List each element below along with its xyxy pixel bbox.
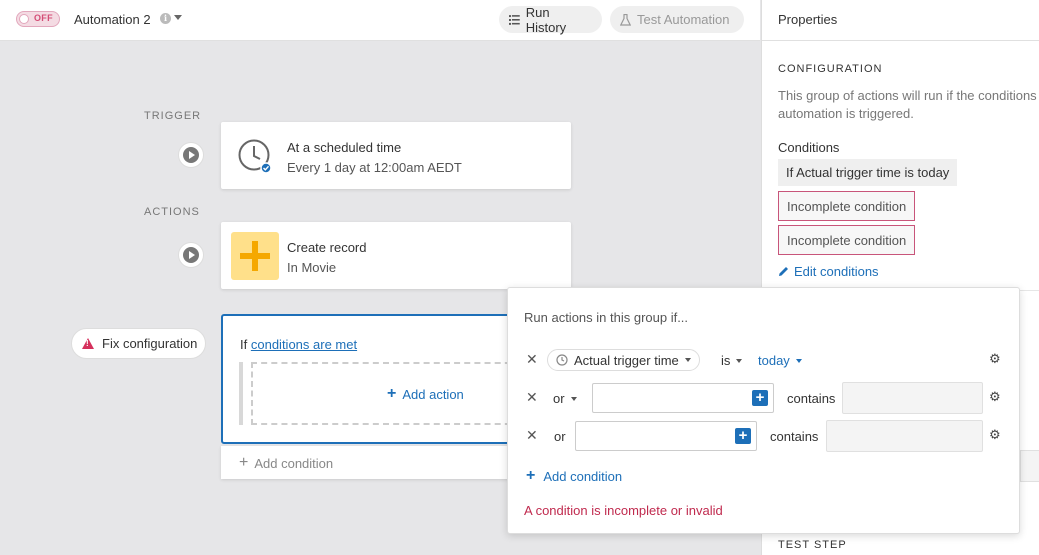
toggle-label: OFF: [34, 13, 53, 23]
warning-icon: [82, 338, 94, 349]
formula-clock-icon: [556, 354, 568, 366]
add-condition-label: Add condition: [543, 468, 623, 484]
pencil-icon: [779, 267, 788, 276]
conjunction-label: or: [553, 391, 565, 406]
chevron-down-icon: [684, 358, 691, 362]
value-input[interactable]: [842, 382, 983, 414]
action-title: Create record: [287, 240, 367, 255]
add-action-label: Add action: [402, 386, 464, 402]
run-history-button[interactable]: Run History: [499, 4, 602, 35]
value-input[interactable]: [826, 420, 983, 452]
clock-icon: [238, 139, 272, 174]
add-condition-label: Add condition: [254, 455, 334, 471]
add-action-button[interactable]: + Add action: [387, 385, 464, 403]
test-automation-label: Test Automation: [637, 12, 730, 27]
edit-conditions-link[interactable]: Edit conditions: [778, 264, 879, 279]
test-automation-button[interactable]: Test Automation: [610, 6, 744, 33]
chevron-down-icon[interactable]: [174, 15, 182, 20]
group-condition-text: If conditions are met: [240, 337, 357, 352]
if-text: If: [240, 337, 248, 352]
plus-icon: +: [526, 467, 536, 484]
conditions-link[interactable]: conditions are met: [251, 337, 357, 352]
gear-icon[interactable]: ⚙: [989, 389, 1001, 405]
operator-selector[interactable]: is: [721, 353, 743, 368]
flask-icon: [620, 13, 631, 26]
add-field-icon[interactable]: +: [752, 390, 768, 406]
test-step-heading: TEST STEP: [778, 539, 847, 551]
action-subtitle: In Movie: [287, 260, 337, 275]
chevron-down-icon: [795, 358, 802, 363]
value-selector[interactable]: today: [758, 353, 802, 368]
condition-chip[interactable]: If Actual trigger time is today: [778, 159, 958, 186]
conditions-popover: Run actions in this group if... ✕ Actual…: [507, 287, 1020, 534]
field-input[interactable]: +: [575, 421, 757, 451]
plus-icon: +: [239, 454, 249, 471]
conjunction-label: or: [554, 429, 566, 444]
trigger-section-label: TRIGGER: [144, 110, 202, 122]
remove-condition-button[interactable]: ✕: [526, 389, 538, 406]
edit-conditions-label: Edit conditions: [794, 264, 879, 279]
operator-label[interactable]: contains: [787, 391, 835, 406]
add-action-dropzone[interactable]: + Add action: [251, 362, 521, 425]
incomplete-condition-chip[interactable]: Incomplete condition: [778, 191, 916, 221]
play-icon: [183, 247, 199, 263]
conjunction-selector[interactable]: or: [553, 391, 577, 406]
properties-title: Properties: [778, 12, 838, 27]
value-label: today: [758, 353, 790, 368]
toggle-knob: [19, 14, 29, 24]
operator-label: is: [721, 353, 731, 368]
actions-section-label: ACTIONS: [144, 206, 200, 218]
fix-configuration-button[interactable]: Fix configuration: [71, 328, 206, 359]
description-line-2: automation is triggered.: [778, 106, 914, 121]
field-name: Actual trigger time: [574, 352, 679, 368]
gear-icon[interactable]: ⚙: [989, 351, 1001, 367]
add-condition-button[interactable]: + Add condition: [239, 454, 333, 472]
remove-condition-button[interactable]: ✕: [526, 427, 538, 444]
chevron-down-icon: [570, 396, 577, 401]
trigger-play-button[interactable]: [178, 142, 204, 168]
field-input[interactable]: +: [592, 383, 774, 413]
partially-hidden-field: [1020, 450, 1039, 482]
plus-icon: +: [387, 385, 397, 402]
plus-icon: [231, 232, 279, 280]
trigger-subtitle: Every 1 day at 12:00am AEDT: [287, 160, 462, 175]
fix-configuration-label: Fix configuration: [102, 336, 198, 351]
operator-label[interactable]: contains: [770, 429, 818, 444]
info-icon[interactable]: i: [160, 13, 171, 24]
add-condition-button[interactable]: + Add condition: [526, 467, 622, 485]
action-card[interactable]: Create record In Movie: [221, 222, 571, 289]
trigger-title: At a scheduled time: [287, 140, 402, 155]
configuration-description: This group of actions will run if the co…: [778, 87, 1039, 123]
group-indent-bar: [239, 362, 243, 425]
popover-title: Run actions in this group if...: [524, 310, 689, 325]
remove-condition-button[interactable]: ✕: [526, 351, 538, 368]
add-condition-bar[interactable]: + Add condition: [221, 446, 521, 479]
action-play-button[interactable]: [178, 242, 204, 268]
run-history-label: Run History: [525, 4, 567, 35]
configuration-heading: CONFIGURATION: [778, 63, 883, 75]
incomplete-condition-chip[interactable]: Incomplete condition: [778, 225, 916, 255]
gear-icon[interactable]: ⚙: [989, 427, 1001, 443]
add-field-icon[interactable]: +: [735, 428, 751, 444]
field-selector[interactable]: Actual trigger time: [547, 349, 700, 371]
properties-header: Properties: [762, 0, 1039, 41]
list-icon: [509, 15, 520, 25]
validation-error: A condition is incomplete or invalid: [524, 503, 723, 518]
automation-toggle[interactable]: OFF: [16, 11, 60, 27]
chevron-down-icon: [736, 358, 743, 363]
description-line-1: This group of actions will run if the co…: [778, 88, 1037, 103]
trigger-card[interactable]: At a scheduled time Every 1 day at 12:00…: [221, 122, 571, 189]
play-icon: [183, 147, 199, 163]
automation-name[interactable]: Automation 2: [74, 12, 151, 27]
conditions-label: Conditions: [778, 140, 840, 155]
top-bar: OFF Automation 2 i Run History Test Auto…: [0, 0, 760, 41]
